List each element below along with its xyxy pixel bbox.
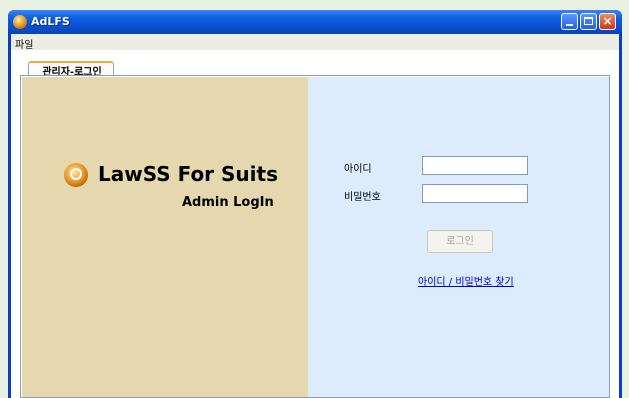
logo-icon — [64, 163, 88, 187]
logo-ring — [70, 168, 82, 180]
login-panel: LawSS For Suits Admin LogIn 아이디 비밀번호 로그인… — [20, 75, 610, 398]
minimize-icon — [566, 24, 573, 26]
menu-bar: 파일 — [11, 34, 619, 51]
login-form-pane: 아이디 비밀번호 로그인 아이디 / 비밀번호 찾기 — [308, 77, 609, 397]
window-client-area: 파일 관리자-로그인 LawSS For Suits Admin LogIn 아… — [11, 34, 619, 398]
title-bar[interactable]: AdLFS × — [8, 10, 622, 34]
app-icon — [13, 15, 27, 29]
brand-subtitle: Admin LogIn — [182, 195, 274, 210]
password-input[interactable] — [422, 184, 528, 203]
app-window: AdLFS × 파일 관리자-로그인 LawSS For Suits Admin… — [8, 10, 622, 398]
password-label: 비밀번호 — [344, 192, 381, 203]
find-id-password-link[interactable]: 아이디 / 비밀번호 찾기 — [418, 273, 514, 288]
maximize-icon — [584, 17, 593, 25]
brand-title: LawSS For Suits — [98, 162, 278, 186]
login-button[interactable]: 로그인 — [427, 230, 493, 253]
brand-pane: LawSS For Suits Admin LogIn — [22, 77, 308, 397]
minimize-button[interactable] — [561, 13, 578, 30]
tab-admin-login[interactable]: 관리자-로그인 — [28, 61, 114, 78]
close-button[interactable]: × — [599, 13, 616, 30]
window-title: AdLFS — [31, 15, 70, 28]
id-label: 아이디 — [344, 164, 372, 175]
menu-item-file[interactable]: 파일 — [15, 36, 33, 51]
close-icon: × — [602, 14, 613, 28]
maximize-button[interactable] — [580, 13, 597, 30]
id-input[interactable] — [422, 156, 528, 175]
